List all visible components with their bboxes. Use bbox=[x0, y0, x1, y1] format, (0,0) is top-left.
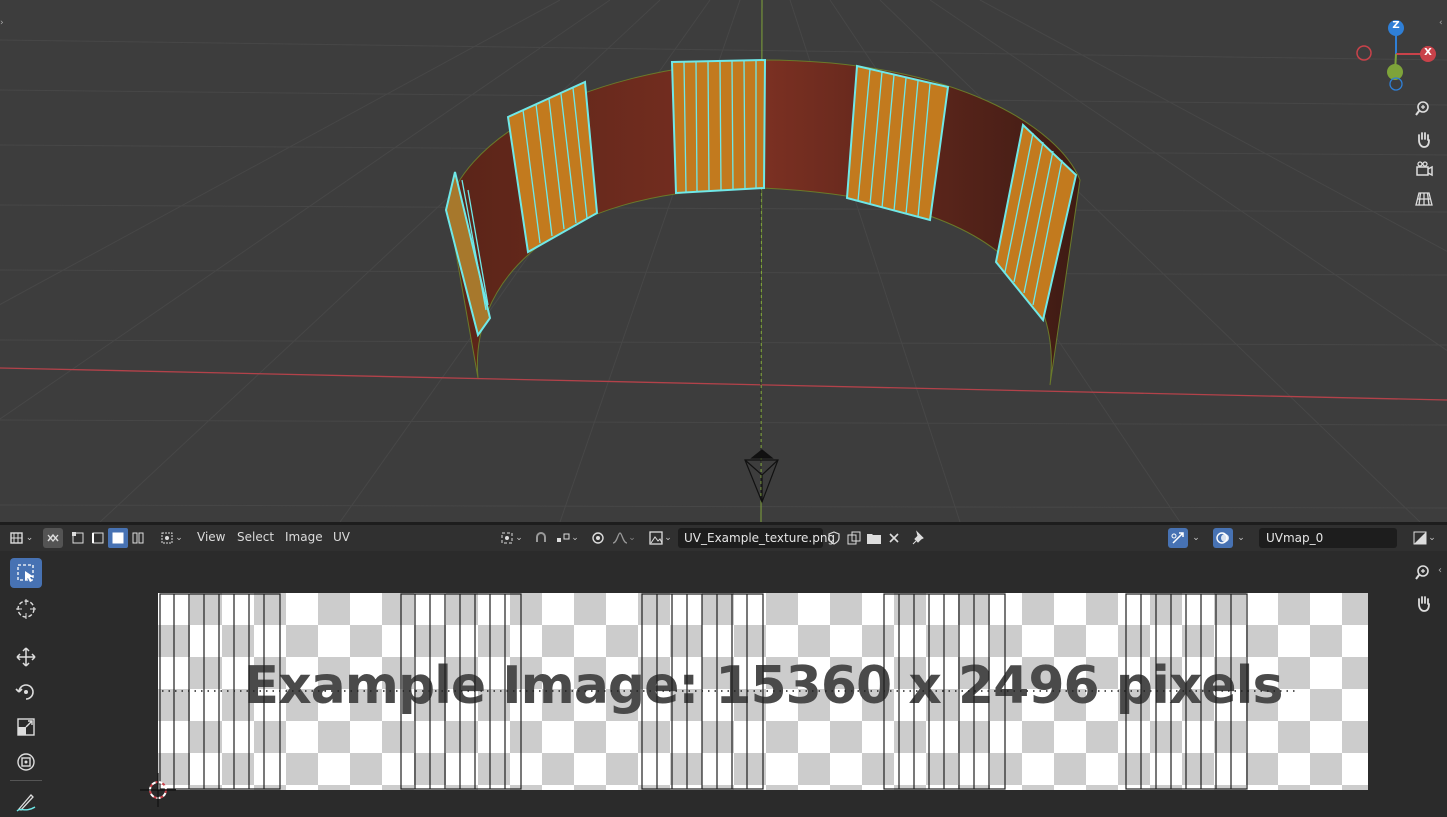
x-axis-line bbox=[0, 367, 1447, 401]
uv-islands[interactable] bbox=[158, 593, 1368, 790]
uv-texture-image[interactable]: Example Image: 15360 x 2496 pixels bbox=[158, 593, 1368, 790]
menu-image[interactable]: Image bbox=[285, 530, 323, 544]
fake-user-shield-icon[interactable] bbox=[825, 528, 843, 548]
proportional-editing-icon[interactable] bbox=[588, 528, 608, 548]
gizmo-z-label: Z bbox=[1392, 20, 1400, 31]
sticky-selection-dropdown[interactable]: ⌄ bbox=[157, 528, 185, 548]
uv-sidebar-expand-icon[interactable]: ‹ bbox=[1438, 565, 1442, 576]
menu-uv[interactable]: UV bbox=[333, 530, 350, 544]
pivot-point-dropdown[interactable]: ⌄ bbox=[497, 528, 525, 548]
island-select-mode-icon[interactable] bbox=[128, 528, 148, 548]
scale-tool[interactable] bbox=[10, 712, 42, 742]
annotate-tool[interactable] bbox=[10, 787, 42, 817]
cursor-tool[interactable] bbox=[10, 594, 42, 624]
overlays-dropdown[interactable]: ⌄ bbox=[1234, 528, 1248, 548]
3d-viewport[interactable]: Z X › ‹ bbox=[0, 0, 1447, 522]
uv-pan-hand-icon[interactable] bbox=[1411, 590, 1437, 616]
2d-cursor-icon[interactable] bbox=[138, 771, 178, 811]
perspective-grid-icon[interactable] bbox=[1411, 186, 1437, 212]
pan-hand-icon[interactable] bbox=[1411, 126, 1437, 152]
image-name-field[interactable]: UV_Example_texture.png bbox=[678, 528, 835, 548]
select-box-tool[interactable] bbox=[10, 558, 42, 588]
viewport-scene[interactable] bbox=[0, 0, 1447, 522]
rotate-tool[interactable] bbox=[10, 677, 42, 707]
toolbar-expand-icon[interactable]: › bbox=[0, 18, 4, 28]
uv-editor-area[interactable]: ‹ Example Image: 15360 x 2496 pixels bbox=[0, 551, 1447, 817]
menu-view[interactable]: View bbox=[197, 530, 225, 544]
transform-tool[interactable] bbox=[10, 747, 42, 777]
gizmo-x-label: X bbox=[1424, 47, 1432, 58]
zoom-icon[interactable] bbox=[1411, 96, 1437, 122]
overlays-toggle[interactable] bbox=[1213, 528, 1233, 548]
camera-object bbox=[744, 449, 779, 504]
sidebar-expand-icon[interactable]: ‹ bbox=[1439, 18, 1443, 28]
uv-map-field[interactable]: UVmap_0 bbox=[1259, 528, 1397, 548]
camera-view-icon[interactable] bbox=[1411, 156, 1437, 182]
uv-sculpt-gizmo-toggle[interactable] bbox=[1168, 528, 1188, 548]
menu-select[interactable]: Select bbox=[237, 530, 274, 544]
uv-zoom-icon[interactable] bbox=[1411, 560, 1437, 586]
editor-type-button[interactable]: ⌄ bbox=[6, 528, 36, 548]
face-select-mode-icon[interactable] bbox=[108, 528, 128, 548]
proportional-falloff-dropdown[interactable]: ⌄ bbox=[609, 528, 639, 548]
gizmo-options-dropdown[interactable]: ⌄ bbox=[1189, 528, 1203, 548]
display-channels-dropdown[interactable]: ⌄ bbox=[1409, 528, 1439, 548]
pin-icon[interactable] bbox=[910, 528, 928, 548]
image-browse-dropdown[interactable]: ⌄ bbox=[646, 528, 674, 548]
move-tool[interactable] bbox=[10, 642, 42, 672]
edge-select-mode-icon[interactable] bbox=[88, 528, 108, 548]
sync-selection-toggle[interactable] bbox=[43, 528, 63, 548]
open-image-folder-icon[interactable] bbox=[865, 528, 883, 548]
uv-editor-header: ⌄ ⌄ View Select Image UV ⌄ ⌄ ⌄ ⌄ UV_Exam… bbox=[0, 525, 1447, 551]
unlink-image-close-icon[interactable] bbox=[885, 528, 903, 548]
snap-toggle-icon[interactable] bbox=[531, 528, 551, 548]
uv-select-mode-group bbox=[68, 528, 148, 548]
duplicate-image-icon[interactable] bbox=[845, 528, 863, 548]
snap-target-dropdown[interactable]: ⌄ bbox=[552, 528, 582, 548]
gizmo-neg-x-axis[interactable] bbox=[1356, 45, 1372, 61]
vertex-select-mode-icon[interactable] bbox=[68, 528, 88, 548]
